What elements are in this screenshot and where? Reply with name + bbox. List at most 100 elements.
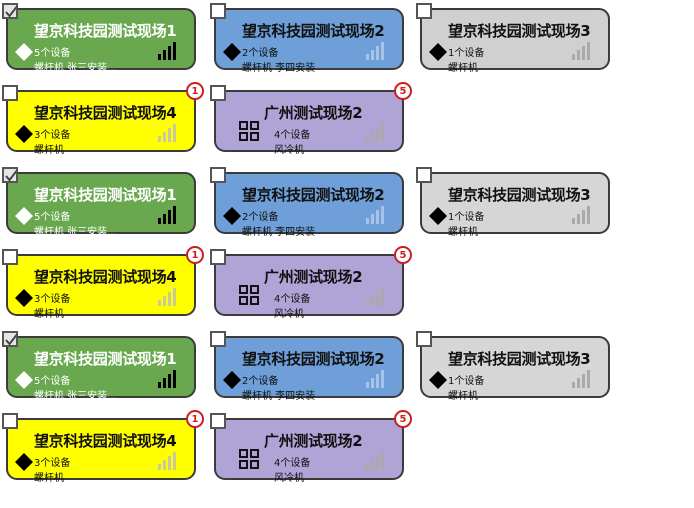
site-title: 望京科技园测试现场3 bbox=[448, 350, 591, 368]
checkbox-icon[interactable] bbox=[210, 413, 226, 429]
device-count: 3个设备 bbox=[34, 130, 71, 141]
checkbox-checked-icon[interactable] bbox=[2, 331, 18, 347]
grid-icon bbox=[238, 120, 259, 141]
device-count: 4个设备 bbox=[274, 294, 311, 305]
diamond-icon bbox=[428, 370, 448, 390]
checkbox-icon[interactable] bbox=[416, 167, 432, 183]
site-card[interactable]: 广州测试现场2 4个设备 风冷机 5 bbox=[210, 246, 412, 320]
device-count: 5个设备 bbox=[34, 212, 71, 223]
checkbox-icon[interactable] bbox=[210, 331, 226, 347]
diamond-icon bbox=[222, 370, 242, 390]
site-title: 望京科技园测试现场2 bbox=[242, 186, 385, 204]
site-description: 风冷机 bbox=[274, 473, 304, 484]
site-title: 望京科技园测试现场2 bbox=[242, 22, 385, 40]
checkbox-icon[interactable] bbox=[210, 3, 226, 19]
checkbox-checked-icon[interactable] bbox=[2, 3, 18, 19]
site-card[interactable]: 广州测试现场2 4个设备风冷机 5 bbox=[210, 410, 412, 484]
site-card[interactable]: 望京科技园测试现场2 2个设备 螺杆机 李四安装 bbox=[210, 331, 404, 402]
site-title: 广州测试现场2 bbox=[264, 268, 363, 286]
checkbox-icon[interactable] bbox=[210, 249, 226, 265]
site-description: 螺杆机 张三安装... bbox=[34, 63, 117, 74]
checkbox-icon[interactable] bbox=[210, 167, 226, 183]
signal-bars-icon bbox=[158, 206, 180, 224]
notification-badge[interactable]: 1 bbox=[186, 410, 204, 428]
site-card[interactable]: 望京科技园测试现场2 2个设备螺杆机 李四安装 bbox=[210, 3, 404, 74]
site-card[interactable]: 广州测试现场2 4个设备 风冷机 5 bbox=[210, 82, 412, 156]
notification-badge[interactable]: 1 bbox=[186, 246, 204, 264]
site-description: 螺杆机 bbox=[34, 145, 64, 156]
site-title: 望京科技园测试现场4 bbox=[34, 268, 177, 286]
site-description: 螺杆机 bbox=[448, 63, 478, 74]
checkbox-icon[interactable] bbox=[416, 3, 432, 19]
site-description: 螺杆机 bbox=[448, 391, 478, 402]
site-title: 望京科技园测试现场1 bbox=[34, 186, 177, 204]
site-card[interactable]: 望京科技园测试现场3 1个设备螺杆机 bbox=[416, 331, 610, 402]
grid-icon bbox=[238, 284, 259, 305]
site-title: 望京科技园测试现场3 bbox=[448, 22, 591, 40]
device-count: 1个设备 bbox=[448, 376, 485, 387]
signal-bars-icon bbox=[158, 370, 180, 388]
notification-badge[interactable]: 5 bbox=[394, 410, 412, 428]
device-count: 4个设备 bbox=[274, 458, 311, 469]
site-title: 广州测试现场2 bbox=[264, 432, 363, 450]
site-card[interactable]: 望京科技园测试现场1 5个设备 螺杆机 张三安装... bbox=[2, 3, 196, 74]
diamond-icon bbox=[14, 370, 34, 390]
notification-badge[interactable]: 5 bbox=[394, 82, 412, 100]
site-description: 螺杆机 bbox=[34, 473, 64, 484]
device-count: 4个设备 bbox=[274, 130, 311, 141]
diamond-icon bbox=[428, 42, 448, 62]
site-card[interactable]: 望京科技园测试现场4 3个设备螺杆机 1 bbox=[2, 246, 204, 320]
site-card[interactable]: 望京科技园测试现场1 5个设备 螺杆机 张三安装... bbox=[2, 331, 196, 402]
site-title: 望京科技园测试现场4 bbox=[34, 432, 177, 450]
signal-bars-icon bbox=[366, 452, 388, 470]
site-card[interactable]: 望京科技园测试现场2 2个设备螺杆机 李四安装 bbox=[210, 167, 404, 238]
site-description: 螺杆机 bbox=[34, 309, 64, 320]
signal-bars-icon bbox=[366, 124, 388, 142]
site-card[interactable]: 望京科技园测试现场3 1个设备螺杆机 bbox=[416, 167, 610, 238]
signal-bars-icon bbox=[366, 42, 388, 60]
checkbox-icon[interactable] bbox=[2, 85, 18, 101]
signal-bars-icon bbox=[366, 288, 388, 306]
signal-bars-icon bbox=[366, 370, 388, 388]
site-description: 风冷机 bbox=[274, 145, 304, 156]
site-card[interactable]: 望京科技园测试现场4 3个设备 螺杆机 1 bbox=[2, 410, 204, 484]
site-title: 望京科技园测试现场1 bbox=[34, 350, 177, 368]
signal-bars-icon bbox=[158, 124, 180, 142]
site-card[interactable]: 望京科技园测试现场1 5个设备螺杆机 张三安装... bbox=[2, 167, 196, 238]
checkbox-checked-icon[interactable] bbox=[2, 167, 18, 183]
site-title: 望京科技园测试现场4 bbox=[34, 104, 177, 122]
signal-bars-icon bbox=[572, 206, 594, 224]
signal-bars-icon bbox=[158, 288, 180, 306]
site-description: 螺杆机 张三安装... bbox=[34, 227, 117, 238]
diamond-icon bbox=[14, 42, 34, 62]
device-count: 5个设备 bbox=[34, 48, 71, 59]
diamond-icon bbox=[14, 452, 34, 472]
site-description: 螺杆机 李四安装 bbox=[242, 63, 316, 74]
device-count: 2个设备 bbox=[242, 48, 279, 59]
signal-bars-icon bbox=[158, 42, 180, 60]
site-description: 螺杆机 李四安装 bbox=[242, 227, 316, 238]
site-card[interactable]: 望京科技园测试现场3 1个设备螺杆机 bbox=[416, 3, 610, 74]
site-description: 螺杆机 张三安装... bbox=[34, 391, 117, 402]
checkbox-icon[interactable] bbox=[2, 413, 18, 429]
device-count: 3个设备 bbox=[34, 294, 71, 305]
site-title: 望京科技园测试现场3 bbox=[448, 186, 591, 204]
site-card[interactable]: 望京科技园测试现场4 3个设备螺杆机 1 bbox=[2, 82, 204, 156]
device-count: 1个设备 bbox=[448, 48, 485, 59]
signal-bars-icon bbox=[158, 452, 180, 470]
checkbox-icon[interactable] bbox=[2, 249, 18, 265]
signal-bars-icon bbox=[572, 370, 594, 388]
site-title: 望京科技园测试现场2 bbox=[242, 350, 385, 368]
site-description: 螺杆机 李四安装 bbox=[242, 391, 316, 402]
grid-icon bbox=[238, 448, 259, 469]
diamond-icon bbox=[222, 42, 242, 62]
notification-badge[interactable]: 5 bbox=[394, 246, 412, 264]
signal-bars-icon bbox=[572, 42, 594, 60]
site-description: 螺杆机 bbox=[448, 227, 478, 238]
device-count: 2个设备 bbox=[242, 212, 279, 223]
device-count: 1个设备 bbox=[448, 212, 485, 223]
checkbox-icon[interactable] bbox=[416, 331, 432, 347]
diamond-icon bbox=[14, 288, 34, 308]
checkbox-icon[interactable] bbox=[210, 85, 226, 101]
notification-badge[interactable]: 1 bbox=[186, 82, 204, 100]
